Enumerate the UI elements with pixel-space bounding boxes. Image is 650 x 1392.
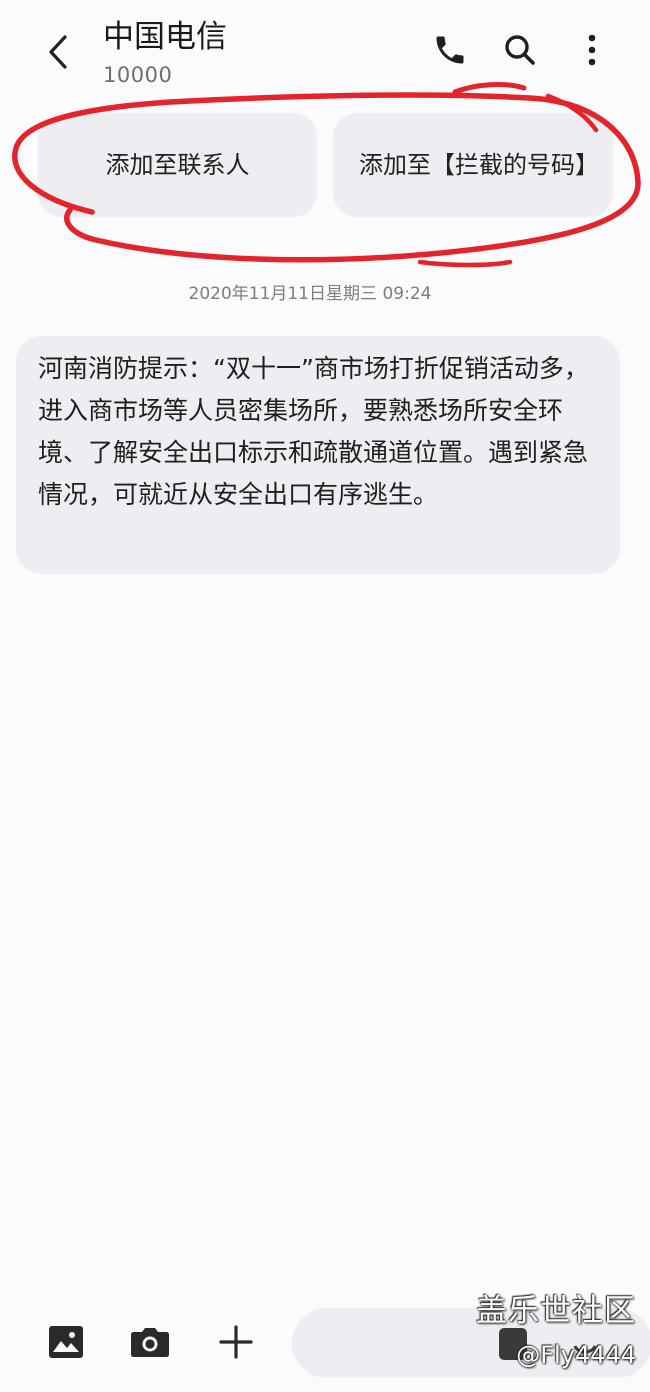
microphone-icon [573, 1345, 597, 1360]
gallery-button[interactable] [44, 1320, 88, 1364]
sticker-icon [499, 1328, 527, 1360]
sticker-button[interactable] [496, 1322, 536, 1366]
conversation-header: 中国电信 10000 [0, 0, 650, 100]
add-to-contacts-label: 添加至联系人 [105, 150, 250, 179]
composer-bar [0, 1300, 650, 1392]
chevron-left-icon [49, 35, 67, 69]
plus-icon [219, 1325, 253, 1359]
camera-button[interactable] [128, 1320, 172, 1364]
message-text: 河南消防提示：“双十一”商市场打折促销活动多，进入商市场等人员密集场所，要熟悉场… [38, 354, 589, 509]
search-icon [505, 35, 535, 65]
more-vertical-icon [588, 34, 596, 66]
more-options-button[interactable] [572, 30, 612, 70]
back-button[interactable] [38, 30, 78, 74]
image-icon [49, 1326, 83, 1358]
search-button[interactable] [500, 30, 540, 70]
contact-number: 10000 [103, 63, 173, 87]
message-bubble[interactable]: 河南消防提示：“双十一”商市场打折促销活动多，进入商市场等人员密集场所，要熟悉场… [16, 336, 620, 574]
add-to-contacts-button[interactable]: 添加至联系人 [38, 113, 317, 217]
call-button[interactable] [430, 30, 470, 70]
camera-icon [131, 1328, 169, 1357]
phone-icon [436, 36, 464, 64]
contact-name: 中国电信 [103, 19, 227, 55]
add-to-blocked-numbers-button[interactable]: 添加至【拦截的号码】 [333, 113, 613, 217]
message-timestamp: 2020年11月11日星期三 09:24 [188, 284, 432, 304]
attach-button[interactable] [214, 1320, 258, 1364]
voice-input-button[interactable] [570, 1322, 610, 1366]
add-to-blocked-numbers-label: 添加至【拦截的号码】 [359, 150, 599, 179]
